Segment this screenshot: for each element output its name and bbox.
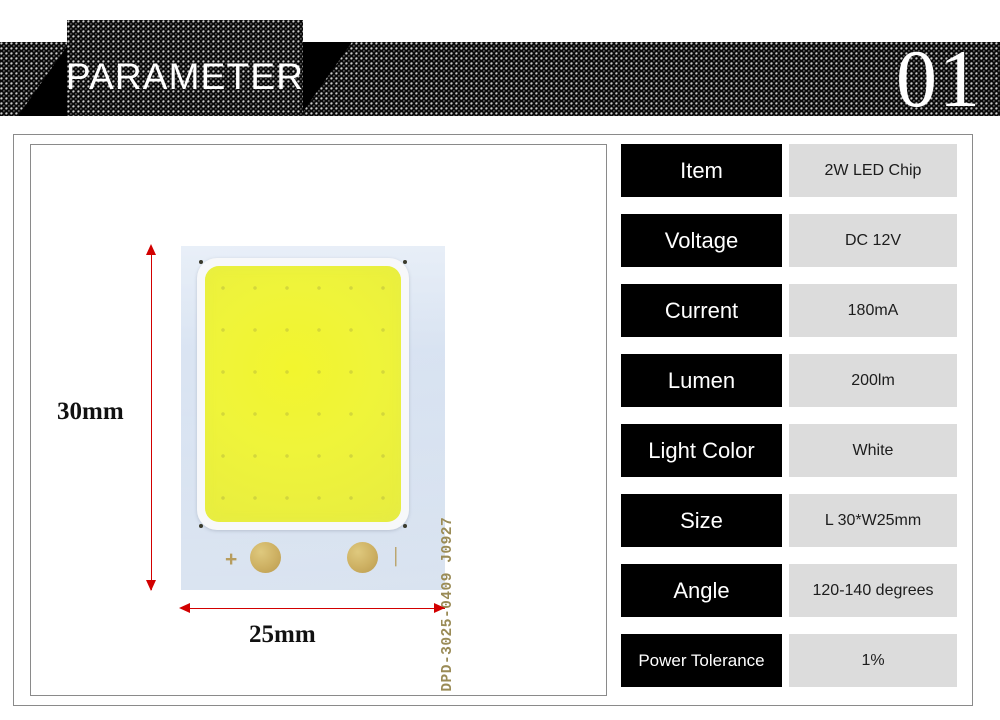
dimension-label-height: 30mm bbox=[57, 398, 124, 425]
spec-label: Angle bbox=[621, 564, 782, 617]
dimension-arrowhead-down-icon bbox=[146, 580, 156, 591]
chip-corner-dot bbox=[403, 260, 407, 264]
product-figure: + | DPD-3025-0409 J0927 30mm 25mm bbox=[31, 145, 608, 697]
spec-label: Size bbox=[621, 494, 782, 547]
spec-value: 2W LED Chip bbox=[789, 144, 957, 197]
spec-value: L 30*W25mm bbox=[789, 494, 957, 547]
dimension-arrowhead-left-icon bbox=[179, 603, 190, 613]
chip-corner-dot bbox=[403, 524, 407, 528]
header-banner: PARAMETER 01 bbox=[0, 0, 1000, 130]
spec-label: Current bbox=[621, 284, 782, 337]
section-number: 01 bbox=[896, 33, 982, 124]
table-row: Size L 30*W25mm bbox=[621, 494, 958, 547]
dimension-arrowhead-up-icon bbox=[146, 244, 156, 255]
table-row: Voltage DC 12V bbox=[621, 214, 958, 267]
product-image-panel: + | DPD-3025-0409 J0927 30mm 25mm bbox=[30, 144, 607, 696]
dimension-arrowhead-right-icon bbox=[434, 603, 445, 613]
table-row: Angle 120-140 degrees bbox=[621, 564, 958, 617]
spec-value: White bbox=[789, 424, 957, 477]
table-row: Item 2W LED Chip bbox=[621, 144, 958, 197]
spec-value: 1% bbox=[789, 634, 957, 687]
table-row: Light Color White bbox=[621, 424, 958, 477]
spec-value: 200lm bbox=[789, 354, 957, 407]
spec-value: 120-140 degrees bbox=[789, 564, 957, 617]
page-title: PARAMETER bbox=[65, 55, 305, 97]
chip-phosphor-surface bbox=[205, 266, 401, 522]
chip-polarity-minus-marking: | bbox=[394, 545, 398, 567]
chip-led-die-grid bbox=[205, 266, 401, 522]
dimension-line-horizontal bbox=[181, 608, 445, 610]
table-row: Current 180mA bbox=[621, 284, 958, 337]
led-chip-image: + | DPD-3025-0409 J0927 bbox=[181, 246, 456, 692]
spec-value: DC 12V bbox=[789, 214, 957, 267]
dimension-line-vertical bbox=[151, 246, 153, 590]
chip-corner-dot bbox=[199, 260, 203, 264]
chip-solder-pad-positive bbox=[250, 542, 281, 573]
chip-corner-dot bbox=[199, 524, 203, 528]
spec-label: Power Tolerance bbox=[621, 634, 782, 687]
table-row: Power Tolerance 1% bbox=[621, 634, 958, 687]
dimension-label-width: 25mm bbox=[249, 621, 316, 648]
chip-polarity-plus-marking: + bbox=[225, 548, 238, 571]
table-row: Lumen 200lm bbox=[621, 354, 958, 407]
spec-label: Item bbox=[621, 144, 782, 197]
chip-solder-pad-negative bbox=[347, 542, 378, 573]
spec-label: Lumen bbox=[621, 354, 782, 407]
spec-label: Light Color bbox=[621, 424, 782, 477]
spec-label: Voltage bbox=[621, 214, 782, 267]
spec-value: 180mA bbox=[789, 284, 957, 337]
specification-table: Item 2W LED Chip Voltage DC 12V Current 180mA… bbox=[621, 144, 958, 687]
